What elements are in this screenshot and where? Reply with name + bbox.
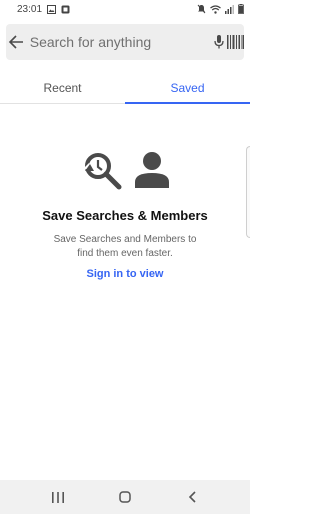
battery-icon [238, 4, 244, 14]
status-time: 23:01 [17, 3, 43, 15]
saved-search-icon [81, 149, 125, 196]
app-notification-icon [61, 5, 70, 14]
empty-state: Save Searches & Members Save Searches an… [0, 150, 250, 280]
tab-recent[interactable]: Recent [0, 72, 125, 103]
barcode-icon[interactable] [227, 24, 244, 60]
wifi-icon [210, 4, 221, 14]
back-arrow-icon[interactable] [6, 24, 26, 60]
recent-apps-icon[interactable] [38, 480, 78, 514]
empty-state-title: Save Searches & Members [42, 208, 208, 223]
back-icon[interactable] [172, 480, 212, 514]
signal-icon [225, 4, 234, 14]
empty-state-description: Save Searches and Members to find them e… [53, 234, 197, 259]
mute-icon [197, 4, 206, 14]
tab-bar: Recent Saved [0, 72, 250, 104]
tab-saved[interactable]: Saved [125, 72, 250, 104]
search-input[interactable] [25, 34, 211, 50]
system-nav-bar [0, 480, 250, 514]
status-bar: 23:01 [0, 0, 250, 18]
search-bar [6, 24, 244, 60]
empty-state-icons [81, 150, 169, 194]
image-notification-icon [47, 4, 57, 14]
home-icon[interactable] [105, 480, 145, 514]
sign-in-link[interactable]: Sign in to view [86, 268, 163, 280]
mic-icon[interactable] [211, 24, 227, 60]
member-icon [135, 151, 169, 194]
